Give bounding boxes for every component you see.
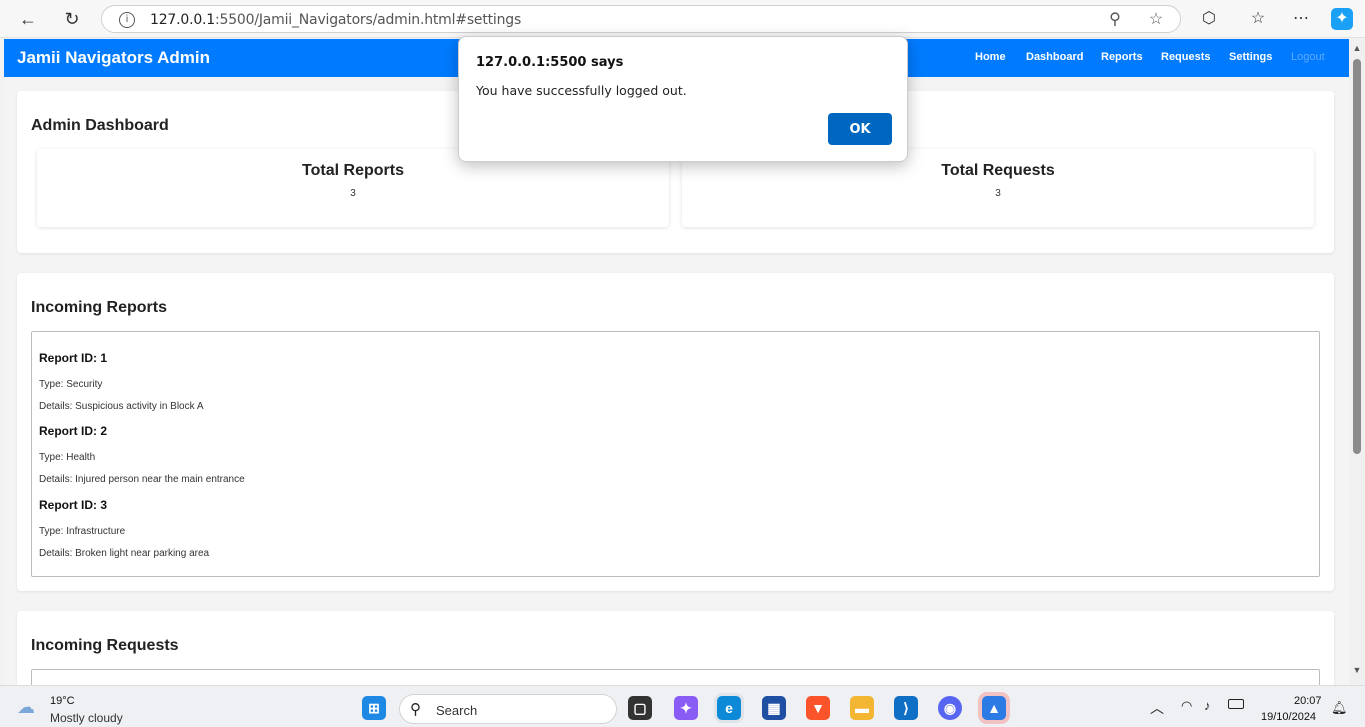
report-type: Type: Health	[39, 452, 96, 463]
weather-temperature[interactable]: 19°C	[50, 695, 75, 707]
report-details: Details: Suspicious activity in Block A	[39, 401, 204, 412]
clock-time[interactable]: 20:07	[1294, 695, 1322, 707]
nav-reports[interactable]: Reports	[1101, 51, 1143, 63]
info-icon[interactable]: i	[119, 12, 135, 28]
requests-title: Incoming Requests	[31, 637, 179, 654]
discord-icon[interactable]: ◉	[938, 696, 962, 720]
edge-browser-icon[interactable]: e	[717, 696, 741, 720]
favorites-icon[interactable]: ☆	[1247, 8, 1269, 30]
total-requests-label: Total Requests	[941, 162, 1055, 179]
report-item: Report ID: 1 Type: Security Details: Sus…	[39, 351, 204, 412]
scroll-thumb[interactable]	[1353, 59, 1361, 454]
ok-button[interactable]: OK	[828, 113, 892, 145]
browser-toolbar: ← ↻ i 127.0.0.1:5500/Jamii_Navigators/ad…	[0, 0, 1365, 38]
dialog-message: You have successfully logged out.	[476, 83, 687, 98]
taskbar: ☁ 19°C Mostly cloudy ⊞ ⚲ Search ▢ ✦ e ▦ …	[0, 685, 1365, 727]
total-reports-value: 3	[350, 188, 356, 199]
reload-icon[interactable]: ↻	[60, 7, 84, 31]
favorite-star-icon[interactable]: ☆	[1147, 11, 1165, 29]
url-text[interactable]: 127.0.0.1:5500/Jamii_Navigators/admin.ht…	[150, 12, 521, 28]
chevron-up-icon[interactable]: ︿	[1150, 698, 1164, 718]
back-icon[interactable]: ←	[16, 7, 40, 31]
dialog-title: 127.0.0.1:5500 says	[476, 55, 624, 70]
nav-logout[interactable]: Logout	[1291, 51, 1325, 63]
report-item: Report ID: 3 Type: Infrastructure Detail…	[39, 498, 209, 559]
zoom-icon[interactable]: ⚲	[1106, 11, 1124, 29]
taskbar-search[interactable]: ⚲ Search	[399, 694, 617, 724]
report-details: Details: Broken light near parking area	[39, 548, 210, 559]
nav-home[interactable]: Home	[975, 51, 1006, 63]
clock-date[interactable]: 19/10/2024	[1261, 711, 1316, 723]
requests-list	[31, 669, 1320, 685]
reports-list: Report ID: 1 Type: Security Details: Sus…	[31, 331, 1320, 577]
more-menu-icon[interactable]: ⋯	[1290, 8, 1312, 30]
alert-dialog: 127.0.0.1:5500 says You have successfull…	[458, 36, 908, 162]
store-icon[interactable]: ▦	[762, 696, 786, 720]
total-reports-label: Total Reports	[302, 162, 404, 179]
brave-browser-icon[interactable]: ▼	[806, 696, 830, 720]
task-view-icon[interactable]: ▢	[628, 696, 652, 720]
page-scrollbar[interactable]: ▲ ▼	[1349, 39, 1365, 685]
scroll-down-icon[interactable]: ▼	[1352, 665, 1362, 675]
copilot-app-icon[interactable]: ✦	[674, 696, 698, 720]
report-type: Type: Security	[39, 379, 103, 390]
report-id: Report ID: 2	[39, 424, 108, 438]
requests-card: Incoming Requests	[17, 611, 1334, 685]
vscode-icon[interactable]: ⟩	[894, 696, 918, 720]
scroll-up-icon[interactable]: ▲	[1352, 43, 1362, 53]
report-type: Type: Infrastructure	[39, 526, 126, 537]
nav-dashboard[interactable]: Dashboard	[1026, 51, 1083, 63]
weather-cloudy-icon[interactable]: ☁	[17, 698, 43, 716]
brand-title: Jamii Navigators Admin	[17, 48, 211, 67]
notification-bell-icon[interactable]: 🔔︎	[1331, 700, 1348, 716]
copilot-icon[interactable]: ✦	[1331, 8, 1353, 30]
report-id: Report ID: 1	[39, 351, 108, 365]
volume-icon[interactable]: ♪	[1204, 698, 1211, 713]
address-bar[interactable]: i 127.0.0.1:5500/Jamii_Navigators/admin.…	[101, 5, 1181, 33]
photos-icon[interactable]: ▲	[982, 696, 1006, 720]
extensions-icon[interactable]: ⬡	[1198, 8, 1220, 30]
wifi-icon[interactable]: ◠	[1181, 698, 1192, 714]
reports-card: Incoming Reports Report ID: 1 Type: Secu…	[17, 273, 1334, 591]
battery-icon[interactable]	[1228, 699, 1244, 709]
total-requests-value: 3	[995, 188, 1001, 199]
report-id: Report ID: 3	[39, 498, 108, 512]
nav-requests[interactable]: Requests	[1161, 51, 1211, 63]
file-explorer-icon[interactable]: ▬	[850, 696, 874, 720]
nav-settings[interactable]: Settings	[1229, 51, 1272, 63]
report-item: Report ID: 2 Type: Health Details: Injur…	[39, 424, 245, 485]
dashboard-title: Admin Dashboard	[31, 117, 169, 134]
report-details: Details: Injured person near the main en…	[39, 474, 245, 485]
windows-start-icon[interactable]: ⊞	[362, 696, 386, 720]
search-icon: ⚲	[410, 701, 421, 718]
reports-title: Incoming Reports	[31, 299, 168, 316]
weather-description[interactable]: Mostly cloudy	[50, 711, 123, 725]
search-label: Search	[436, 703, 478, 718]
